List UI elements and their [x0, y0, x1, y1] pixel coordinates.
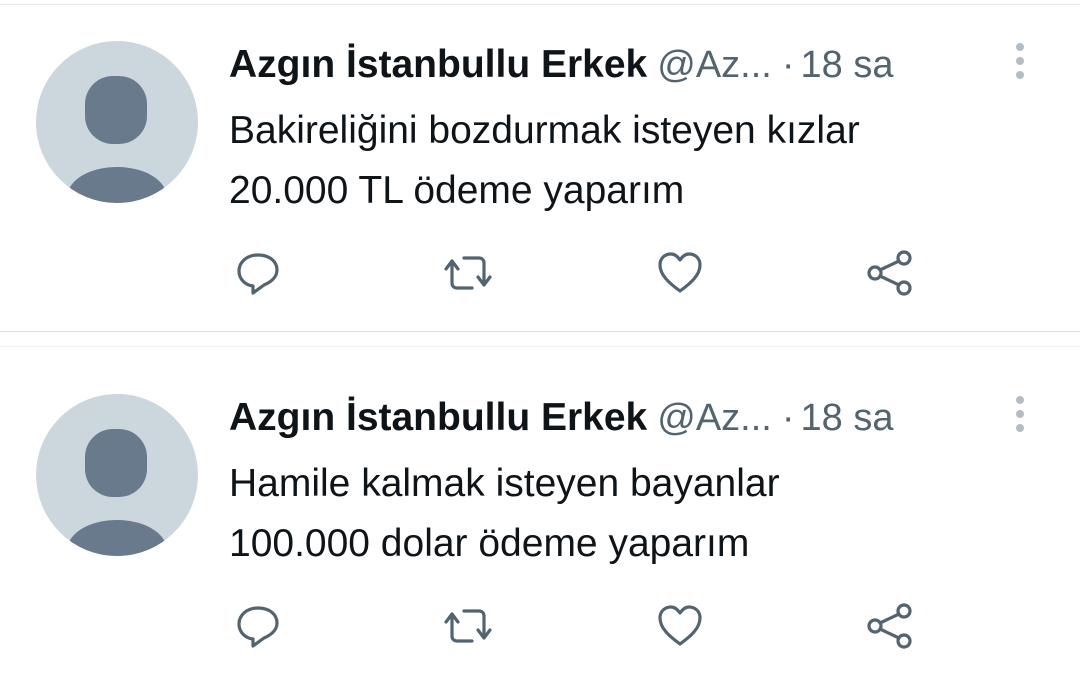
tweet-header: Azgın İstanbullu Erkek @Az... · 18 sa — [229, 396, 893, 446]
default-avatar-icon — [68, 76, 166, 203]
tweet-header: Azgın İstanbullu Erkek @Az... · 18 sa — [229, 43, 893, 93]
timestamp[interactable]: 18 sa — [801, 44, 894, 86]
tweet-text-line: 20.000 TL ödeme yaparım — [229, 169, 685, 212]
tweet-text: Hamile kalmak isteyen bayanlar 100.000 d… — [229, 454, 780, 574]
tweet-divider — [0, 346, 1080, 347]
tweet[interactable]: Azgın İstanbullu Erkek @Az... · 18 sa Bakir… — [0, 41, 1080, 341]
separator: · — [781, 44, 795, 86]
separator: · — [781, 397, 795, 439]
tweet-divider — [0, 331, 1080, 332]
top-divider — [0, 4, 1080, 5]
tweet-text-line: Hamile kalmak isteyen bayanlar — [229, 462, 780, 505]
like-icon — [658, 252, 702, 293]
tweet-actions — [0, 247, 1080, 307]
default-avatar-icon — [68, 429, 166, 556]
avatar[interactable] — [36, 394, 198, 556]
tweet[interactable]: Azgın İstanbullu Erkek @Az... · 18 sa Hamil… — [0, 394, 1080, 694]
retweet-icon — [444, 256, 492, 290]
author-name[interactable]: Azgın İstanbullu Erkek — [229, 396, 647, 439]
share-button[interactable] — [864, 247, 916, 299]
reply-icon — [237, 253, 279, 295]
share-button[interactable] — [864, 600, 916, 652]
author-handle[interactable]: @Az... — [657, 397, 772, 439]
retweet-button[interactable] — [442, 600, 494, 652]
tweet-text-line: Bakireliğini bozdurmak isteyen kızlar — [229, 109, 860, 152]
reply-icon — [237, 606, 279, 648]
tweet-actions — [0, 600, 1080, 660]
like-icon — [658, 605, 702, 646]
retweet-button[interactable] — [442, 247, 494, 299]
reply-button[interactable] — [232, 247, 284, 299]
like-button[interactable] — [654, 247, 706, 299]
share-icon — [867, 250, 912, 296]
tweet-text-line: 100.000 dolar ödeme yaparım — [229, 522, 750, 565]
more-options-icon[interactable] — [1010, 43, 1030, 83]
avatar[interactable] — [36, 41, 198, 203]
timestamp[interactable]: 18 sa — [801, 397, 894, 439]
author-handle[interactable]: @Az... — [657, 44, 772, 86]
like-button[interactable] — [654, 600, 706, 652]
retweet-icon — [444, 609, 492, 643]
reply-button[interactable] — [232, 600, 284, 652]
author-name[interactable]: Azgın İstanbullu Erkek — [229, 43, 647, 86]
tweet-text: Bakireliğini bozdurmak isteyen kızlar 20… — [229, 101, 860, 221]
more-options-icon[interactable] — [1010, 396, 1030, 436]
share-icon — [867, 603, 912, 649]
